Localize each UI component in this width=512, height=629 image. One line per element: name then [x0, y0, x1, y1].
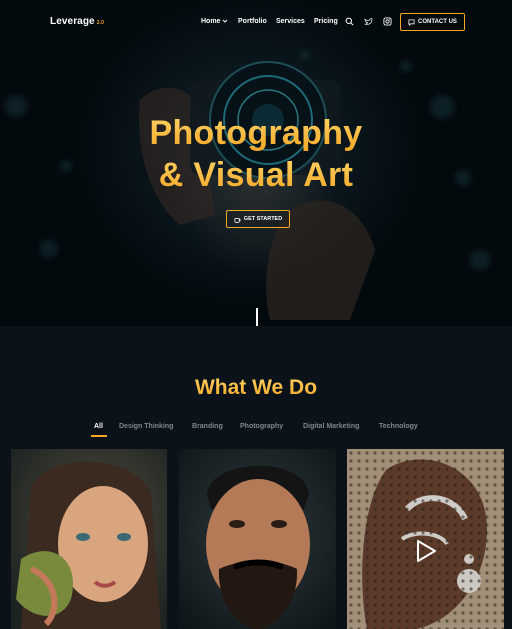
what-we-do-section: What We Do All Design Thinking Branding … [0, 326, 512, 629]
navbar: Leverage 2.0 Home Portfolio Services Pric… [0, 0, 512, 44]
search-icon[interactable] [345, 17, 354, 26]
filter-design-thinking[interactable]: Design Thinking [119, 423, 173, 430]
nav-home[interactable]: Home [201, 18, 228, 25]
logo-name: Leverage [50, 16, 95, 27]
contact-us-label: CONTACT US [418, 19, 457, 25]
hero-title-line-2: & Visual Art [0, 156, 512, 195]
section-title: What We Do [0, 376, 512, 400]
nav-portfolio[interactable]: Portfolio [238, 18, 267, 25]
play-icon[interactable] [414, 539, 438, 563]
chat-icon [408, 18, 415, 26]
hero: Leverage 2.0 Home Portfolio Services Pric… [0, 0, 512, 326]
filter-all[interactable]: All [94, 423, 103, 430]
coffee-icon [234, 217, 241, 223]
portfolio-image-woman-flower [11, 449, 167, 629]
portfolio-card-2[interactable] [179, 449, 336, 629]
logo[interactable]: Leverage 2.0 [50, 16, 104, 27]
portfolio-card-1[interactable] [11, 449, 167, 629]
filter-technology[interactable]: Technology [379, 423, 418, 430]
filter-active-underline [91, 435, 107, 437]
logo-version: 2.0 [96, 20, 104, 26]
filter-digital-marketing[interactable]: Digital Marketing [303, 423, 359, 430]
get-started-label: GET STARTED [243, 216, 283, 222]
filter-photography[interactable]: Photography [240, 423, 283, 430]
nav-home-label: Home [201, 18, 221, 25]
instagram-icon[interactable] [383, 17, 392, 26]
get-started-button[interactable]: GET STARTED [226, 210, 290, 228]
portfolio-image-man-beard [179, 449, 336, 629]
nav-services[interactable]: Services [276, 18, 305, 25]
contact-us-button[interactable]: CONTACT US [400, 13, 465, 31]
twitter-icon[interactable] [364, 17, 373, 26]
chevron-down-icon [223, 19, 228, 23]
hero-title-line-1: Photography [0, 114, 512, 153]
nav-pricing[interactable]: Pricing [314, 18, 338, 25]
filter-branding[interactable]: Branding [192, 423, 223, 430]
